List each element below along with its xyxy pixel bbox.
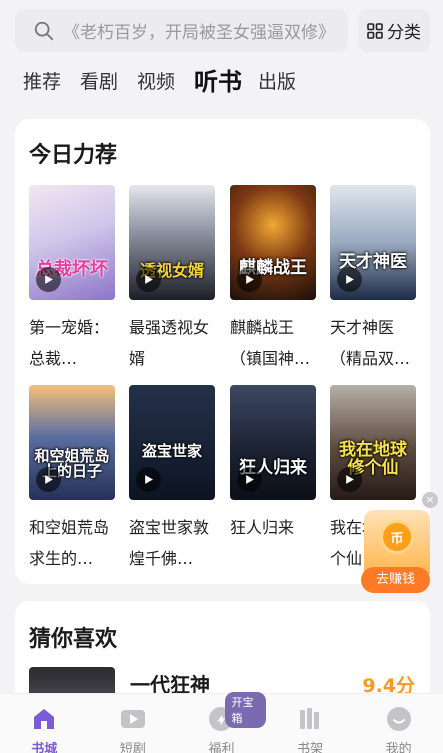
play-icon[interactable] (36, 267, 61, 292)
treasure-box-badge: 开宝箱 (225, 692, 266, 728)
nav-label: 我的 (385, 742, 412, 753)
book-item[interactable]: 麒麟战王 麒麟战王（镇国神… (230, 185, 316, 374)
book-item[interactable]: 天才神医 天才神医（精品双… (330, 185, 416, 374)
grid-icon (367, 22, 383, 39)
nav-label: 福利 (208, 742, 235, 753)
profile-icon (386, 706, 412, 732)
nav-mine[interactable]: 我的 (354, 694, 443, 753)
home-icon (31, 706, 57, 732)
book-cover[interactable]: 透视女婿 (129, 185, 215, 300)
bookshelf-icon (297, 706, 323, 732)
book-cover[interactable]: 盗宝世家 (129, 385, 215, 500)
nav-benefits[interactable]: 开宝箱 福利 (177, 692, 266, 753)
book-title: 和空姐荒岛求生的… (29, 518, 110, 568)
cover-text: 盗宝世家 (141, 442, 202, 461)
play-icon[interactable] (136, 267, 161, 292)
book-title: 麒麟战王（镇国神… (230, 318, 311, 368)
book-title: 天才神医（精品双… (330, 318, 411, 368)
nav-label: 书城 (31, 742, 58, 753)
tab-publish[interactable]: 出版 (258, 62, 296, 102)
book-cover[interactable]: 麒麟战王 (230, 185, 316, 300)
book-item[interactable]: 盗宝世家 盗宝世家敦煌千佛… (129, 385, 215, 574)
category-label: 分类 (387, 23, 421, 43)
video-play-icon (120, 706, 146, 732)
book-item[interactable]: 透视女婿 最强透视女婿 (129, 185, 215, 374)
search-icon (34, 21, 54, 40)
book-item[interactable]: 总裁坏坏 第一宠婚：总裁… (29, 185, 115, 374)
coin-icon: 币 (380, 520, 414, 554)
tab-audiobook[interactable]: 听书 (194, 62, 242, 102)
play-icon[interactable] (237, 267, 262, 292)
top-tabs: 推荐 看剧 视频 听书 出版 (23, 62, 315, 102)
earn-money-button[interactable]: 去赚钱 (361, 567, 430, 593)
tab-drama[interactable]: 看剧 (80, 62, 118, 102)
category-button[interactable]: 分类 (358, 9, 430, 52)
book-item[interactable]: 狂人归来 狂人归来 (230, 385, 316, 574)
tab-video[interactable]: 视频 (137, 62, 175, 102)
book-title: 盗宝世家敦煌千佛… (129, 518, 210, 568)
play-icon[interactable] (237, 467, 262, 492)
bottom-nav: 书城 短剧 开宝箱 福利 书架 我的 (0, 692, 443, 753)
book-item[interactable]: 和空姐荒岛上的日子 和空姐荒岛求生的… (29, 385, 115, 574)
nav-bookstore[interactable]: 书城 (0, 694, 89, 753)
book-cover[interactable]: 天才神医 (330, 185, 416, 300)
tab-recommend[interactable]: 推荐 (23, 62, 61, 102)
book-title: 最强透视女婿 (129, 318, 210, 368)
book-title: 狂人归来 (230, 518, 295, 537)
section-title: 今日力荐 (29, 143, 118, 168)
search-bar[interactable]: 《老朽百岁，开局被圣女强逼双修》 (15, 9, 348, 52)
play-icon[interactable] (136, 467, 161, 492)
nav-bookshelf[interactable]: 书架 (266, 694, 355, 753)
book-cover[interactable]: 总裁坏坏 (29, 185, 115, 300)
close-icon[interactable]: × (422, 492, 438, 508)
play-icon[interactable] (337, 267, 362, 292)
nav-label: 短剧 (119, 742, 146, 753)
book-cover[interactable]: 狂人归来 (230, 385, 316, 500)
earn-money-widget[interactable]: 币 (364, 510, 430, 574)
book-cover[interactable]: 和空姐荒岛上的日子 (29, 385, 115, 500)
search-placeholder: 《老朽百岁，开局被圣女强逼双修》 (63, 23, 335, 43)
play-icon[interactable] (36, 467, 61, 492)
section-title: 猜你喜欢 (29, 627, 118, 652)
play-icon[interactable] (337, 467, 362, 492)
book-title: 第一宠婚：总裁… (29, 318, 110, 368)
book-cover[interactable]: 我在地球修个仙 (330, 385, 416, 500)
nav-label: 书架 (297, 742, 324, 753)
nav-short-drama[interactable]: 短剧 (89, 694, 178, 753)
